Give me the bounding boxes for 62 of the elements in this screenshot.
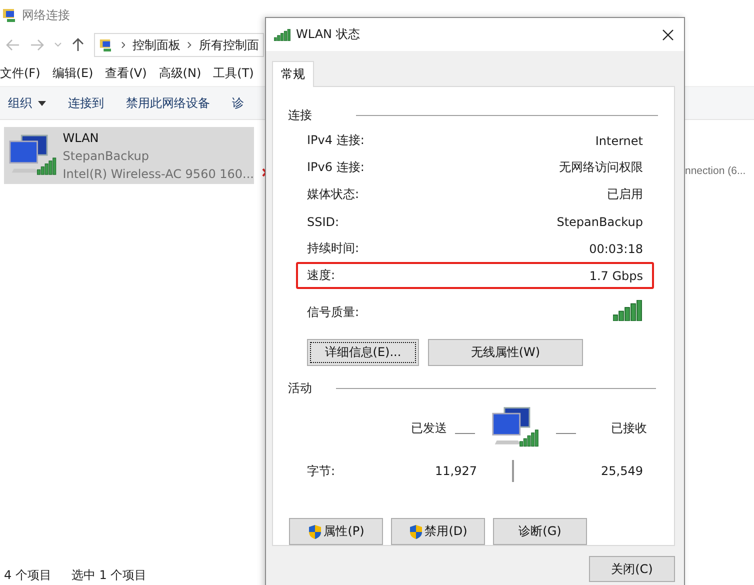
field-value: StepanBackup [556, 214, 643, 228]
chevron-right-icon [120, 41, 126, 49]
menu-item[interactable]: 工具(T) [213, 64, 254, 82]
field-label: SSID: [307, 214, 340, 228]
breadcrumb[interactable]: 控制面板 [132, 36, 180, 54]
field-label: IPv6 连接: [307, 159, 364, 176]
field-value: Internet [595, 134, 643, 148]
bytes-label: 字节: [307, 462, 336, 480]
shield-icon [408, 524, 423, 540]
sent-label: 已发送 [410, 420, 447, 436]
signal-bars-icon [274, 28, 291, 40]
network-name: StepanBackup [62, 148, 150, 164]
field-value: 已启用 [607, 186, 643, 203]
connection-name: WLAN [62, 130, 100, 146]
received-label: 已接收 [611, 420, 647, 436]
dialog-button[interactable]: 禁用(D) [391, 518, 485, 545]
menu-item[interactable]: 查看(V) [105, 64, 147, 82]
section-heading: 连接 [288, 106, 312, 124]
status-text: 4 个项目 [4, 566, 52, 584]
field-label: IPv4 连接: [307, 132, 364, 149]
close-icon[interactable] [662, 28, 674, 40]
sent-bytes: 11,927 [434, 464, 477, 478]
adapter-name: Intel(R) Wireless-AC 9560 160... [62, 166, 254, 182]
connection-item[interactable]: WLAN StepanBackup Intel(R) Wireless-AC 9560 160... [4, 127, 254, 184]
signal-strength-icon [613, 300, 643, 321]
field-label: 速度: [307, 267, 336, 284]
dialog-title: WLAN 状态 [296, 26, 360, 43]
field-value: 00:03:18 [589, 242, 643, 256]
tab[interactable]: 常规 [272, 61, 314, 87]
breadcrumb[interactable]: 所有控制面 [198, 36, 259, 54]
dialog-button[interactable]: 无线属性(W) [428, 339, 583, 366]
menu-item[interactable]: 高级(N) [158, 64, 202, 82]
field-label: 信号质量: [307, 304, 360, 321]
toolbar-button[interactable]: 组织 [8, 94, 46, 112]
toolbar-button[interactable]: 诊 [232, 94, 244, 112]
field-label: 媒体状态: [307, 186, 360, 203]
back-arrow-icon[interactable] [6, 39, 20, 51]
dialog-button[interactable]: 诊断(G) [493, 518, 587, 545]
menu-item[interactable]: 文件(F) [0, 64, 40, 82]
field-value: 无网络访问权限 [559, 159, 643, 176]
received-bytes: 25,549 [600, 464, 643, 478]
dialog-button[interactable]: 详细信息(E)... [307, 339, 419, 366]
menu-item[interactable]: 编辑(E) [52, 64, 94, 82]
close-button[interactable]: 关闭(C) [589, 556, 675, 582]
control-panel-icon [99, 37, 114, 53]
dialog-button[interactable]: 属性(P) [289, 518, 383, 545]
toolbar-button[interactable]: 禁用此网络设备 [126, 94, 210, 112]
toolbar-button[interactable]: 连接到 [68, 94, 104, 112]
window-title: 网络连接 [22, 6, 70, 24]
status-text: 选中 1 个项目 [71, 566, 147, 584]
forward-arrow-icon[interactable] [30, 39, 44, 51]
chevron-down-icon[interactable] [54, 42, 62, 48]
section-heading: 活动 [288, 380, 312, 396]
dropdown-caret-icon [38, 100, 46, 106]
shield-icon [308, 524, 322, 540]
connection-name: nnection (6... [685, 165, 746, 177]
field-label: 持续时间: [307, 240, 360, 257]
chevron-right-icon [187, 41, 192, 49]
field-value: 1.7 Gbps [589, 268, 643, 282]
address-bar[interactable]: 控制面板 所有控制面 [94, 33, 264, 57]
up-arrow-icon[interactable] [72, 38, 84, 52]
network-folder-icon [2, 7, 18, 23]
